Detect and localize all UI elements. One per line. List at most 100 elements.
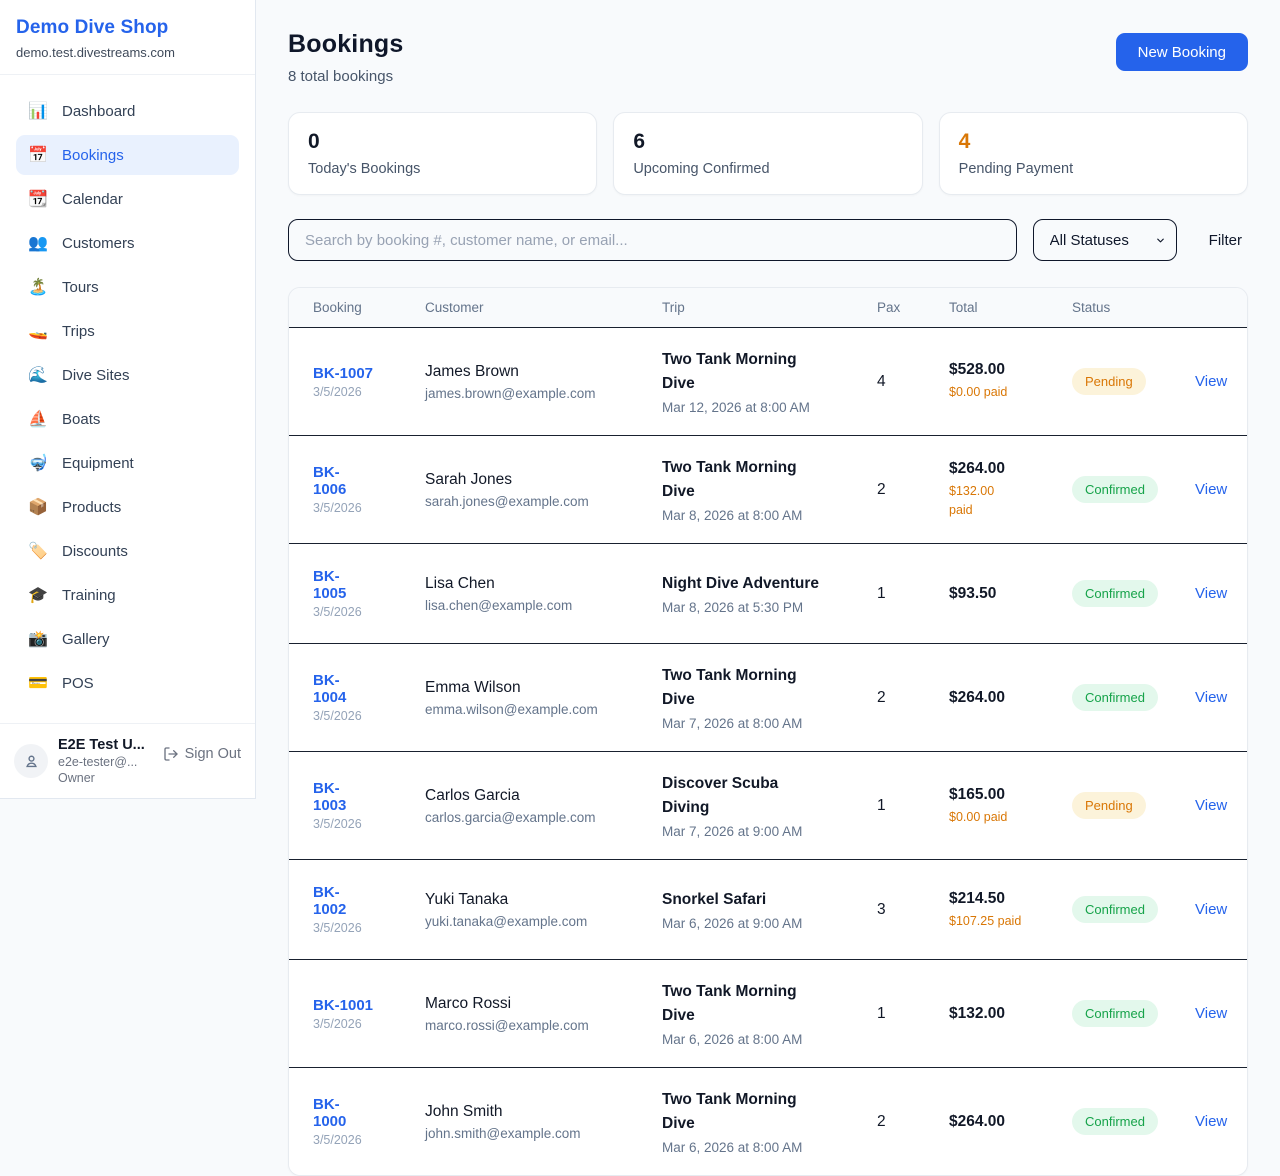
sidebar-item-discounts[interactable]: 🏷️ Discounts [16,531,239,571]
filter-button[interactable]: Filter [1203,226,1248,255]
sign-out-button[interactable]: Sign Out [163,746,241,762]
sidebar-item-bookings[interactable]: 📅 Bookings [16,135,239,175]
view-link[interactable]: View [1191,1005,1227,1022]
booking-id-link[interactable]: BK- 1000 [313,1096,425,1130]
column-header-customer: Customer [425,300,662,315]
brand-domain: demo.test.divestreams.com [16,45,239,60]
status-badge: Confirmed [1072,476,1158,503]
sidebar-nav: 📊 Dashboard 📅 Bookings 📆 Calendar 👥 Cust… [0,75,255,723]
booking-date: 3/5/2026 [313,1133,425,1147]
sidebar-item-customers[interactable]: 👥 Customers [16,223,239,263]
tear-off-calendar-icon: 📆 [28,189,48,209]
booking-date: 3/5/2026 [313,1017,425,1031]
sidebar-item-calendar[interactable]: 📆 Calendar [16,179,239,219]
trip-name: Two Tank Morning Dive [662,348,861,396]
booking-id-link[interactable]: BK- 1004 [313,672,425,706]
diving-mask-icon: 🤿 [28,453,48,473]
booking-id-link[interactable]: BK- 1006 [313,464,425,498]
trip-name: Two Tank Morning Dive [662,456,861,504]
booking-id-link[interactable]: BK- 1005 [313,568,425,602]
sailboat-icon: ⛵ [28,409,48,429]
sidebar-item-trips[interactable]: 🚤 Trips [16,311,239,351]
total-amount: $264.00 [949,460,1072,478]
sidebar-item-dashboard[interactable]: 📊 Dashboard [16,91,239,131]
sidebar-item-training[interactable]: 🎓 Training [16,575,239,615]
booking-id-link[interactable]: BK- 1003 [313,780,425,814]
table-row: BK- 1005 3/5/2026 Lisa Chen lisa.chen@ex… [289,543,1247,643]
pax-value: 1 [877,797,949,815]
customer-email: james.brown@example.com [425,386,646,401]
table-row: BK-1007 3/5/2026 James Brown james.brown… [289,328,1247,435]
status-badge: Confirmed [1072,684,1158,711]
brand-block: Demo Dive Shop demo.test.divestreams.com [0,0,255,75]
user-email: e2e-tester@... [58,755,153,769]
paid-amount: $0.00 paid [949,383,1072,401]
view-link[interactable]: View [1191,797,1227,814]
booking-id-link[interactable]: BK-1007 [313,365,425,382]
view-link[interactable]: View [1191,585,1227,602]
search-input[interactable] [288,219,1017,261]
customer-name: James Brown [425,363,646,381]
trip-name: Night Dive Adventure [662,572,861,596]
sidebar-item-label: Training [62,587,116,604]
table-row: BK- 1002 3/5/2026 Yuki Tanaka yuki.tanak… [289,859,1247,959]
view-link[interactable]: View [1191,481,1227,498]
column-header-trip: Trip [662,300,877,315]
trip-name: Two Tank Morning Dive [662,664,861,712]
sidebar-item-label: Dive Sites [62,367,130,384]
view-link[interactable]: View [1191,1113,1227,1130]
booking-date: 3/5/2026 [313,709,425,723]
status-badge: Confirmed [1072,1000,1158,1027]
booking-id-link[interactable]: BK-1001 [313,997,425,1014]
sidebar-item-tours[interactable]: 🏝️ Tours [16,267,239,307]
stats-row: 0 Today's Bookings 6 Upcoming Confirmed … [288,112,1248,195]
sidebar-item-pos[interactable]: 💳 POS [16,663,239,703]
view-link[interactable]: View [1191,901,1227,918]
table-body: BK-1007 3/5/2026 James Brown james.brown… [289,328,1247,1175]
total-amount: $132.00 [949,1005,1072,1023]
sidebar-item-products[interactable]: 📦 Products [16,487,239,527]
user-section: E2E Test U... e2e-tester@... Owner Sign … [0,723,255,798]
page-title: Bookings [288,30,404,59]
stat-value: 6 [633,130,902,154]
tag-icon: 🏷️ [28,541,48,561]
trip-datetime: Mar 6, 2026 at 8:00 AM [662,1032,861,1047]
total-amount: $264.00 [949,689,1072,707]
trip-name: Two Tank Morning Dive [662,1088,861,1136]
sidebar-item-label: Dashboard [62,103,135,120]
user-meta: E2E Test U... e2e-tester@... Owner [58,737,153,785]
status-badge: Pending [1072,792,1146,819]
calendar-icon: 📅 [28,145,48,165]
package-icon: 📦 [28,497,48,517]
status-badge: Confirmed [1072,580,1158,607]
table-row: BK- 1006 3/5/2026 Sarah Jones sarah.jone… [289,435,1247,543]
stat-card-upcoming-confirmed: 6 Upcoming Confirmed [613,112,922,195]
paid-amount: $107.25 paid [949,912,1072,930]
sidebar-item-dive-sites[interactable]: 🌊 Dive Sites [16,355,239,395]
total-amount: $165.00 [949,786,1072,804]
column-header-booking: Booking [313,300,425,315]
paid-amount: $132.00 paid [949,482,1072,518]
sidebar-item-label: Trips [62,323,95,340]
sidebar-item-equipment[interactable]: 🤿 Equipment [16,443,239,483]
total-amount: $264.00 [949,1113,1072,1131]
view-link[interactable]: View [1191,689,1227,706]
new-booking-button[interactable]: New Booking [1116,33,1248,71]
sidebar-item-label: Tours [62,279,99,296]
status-badge: Confirmed [1072,1108,1158,1135]
trip-datetime: Mar 6, 2026 at 9:00 AM [662,916,861,931]
status-filter-select[interactable]: All Statuses [1033,219,1177,261]
view-link[interactable]: View [1191,373,1227,390]
trip-datetime: Mar 6, 2026 at 8:00 AM [662,1140,861,1155]
table-row: BK- 1003 3/5/2026 Carlos Garcia carlos.g… [289,751,1247,859]
sidebar-item-boats[interactable]: ⛵ Boats [16,399,239,439]
booking-date: 3/5/2026 [313,501,425,515]
sidebar-item-gallery[interactable]: 📸 Gallery [16,619,239,659]
customer-name: Lisa Chen [425,575,646,593]
brand-title[interactable]: Demo Dive Shop [16,17,239,39]
trip-datetime: Mar 7, 2026 at 9:00 AM [662,824,861,839]
booking-id-link[interactable]: BK- 1002 [313,884,425,918]
customer-name: Emma Wilson [425,679,646,697]
stat-card-pending-payment: 4 Pending Payment [939,112,1248,195]
sidebar-item-label: Bookings [62,147,124,164]
